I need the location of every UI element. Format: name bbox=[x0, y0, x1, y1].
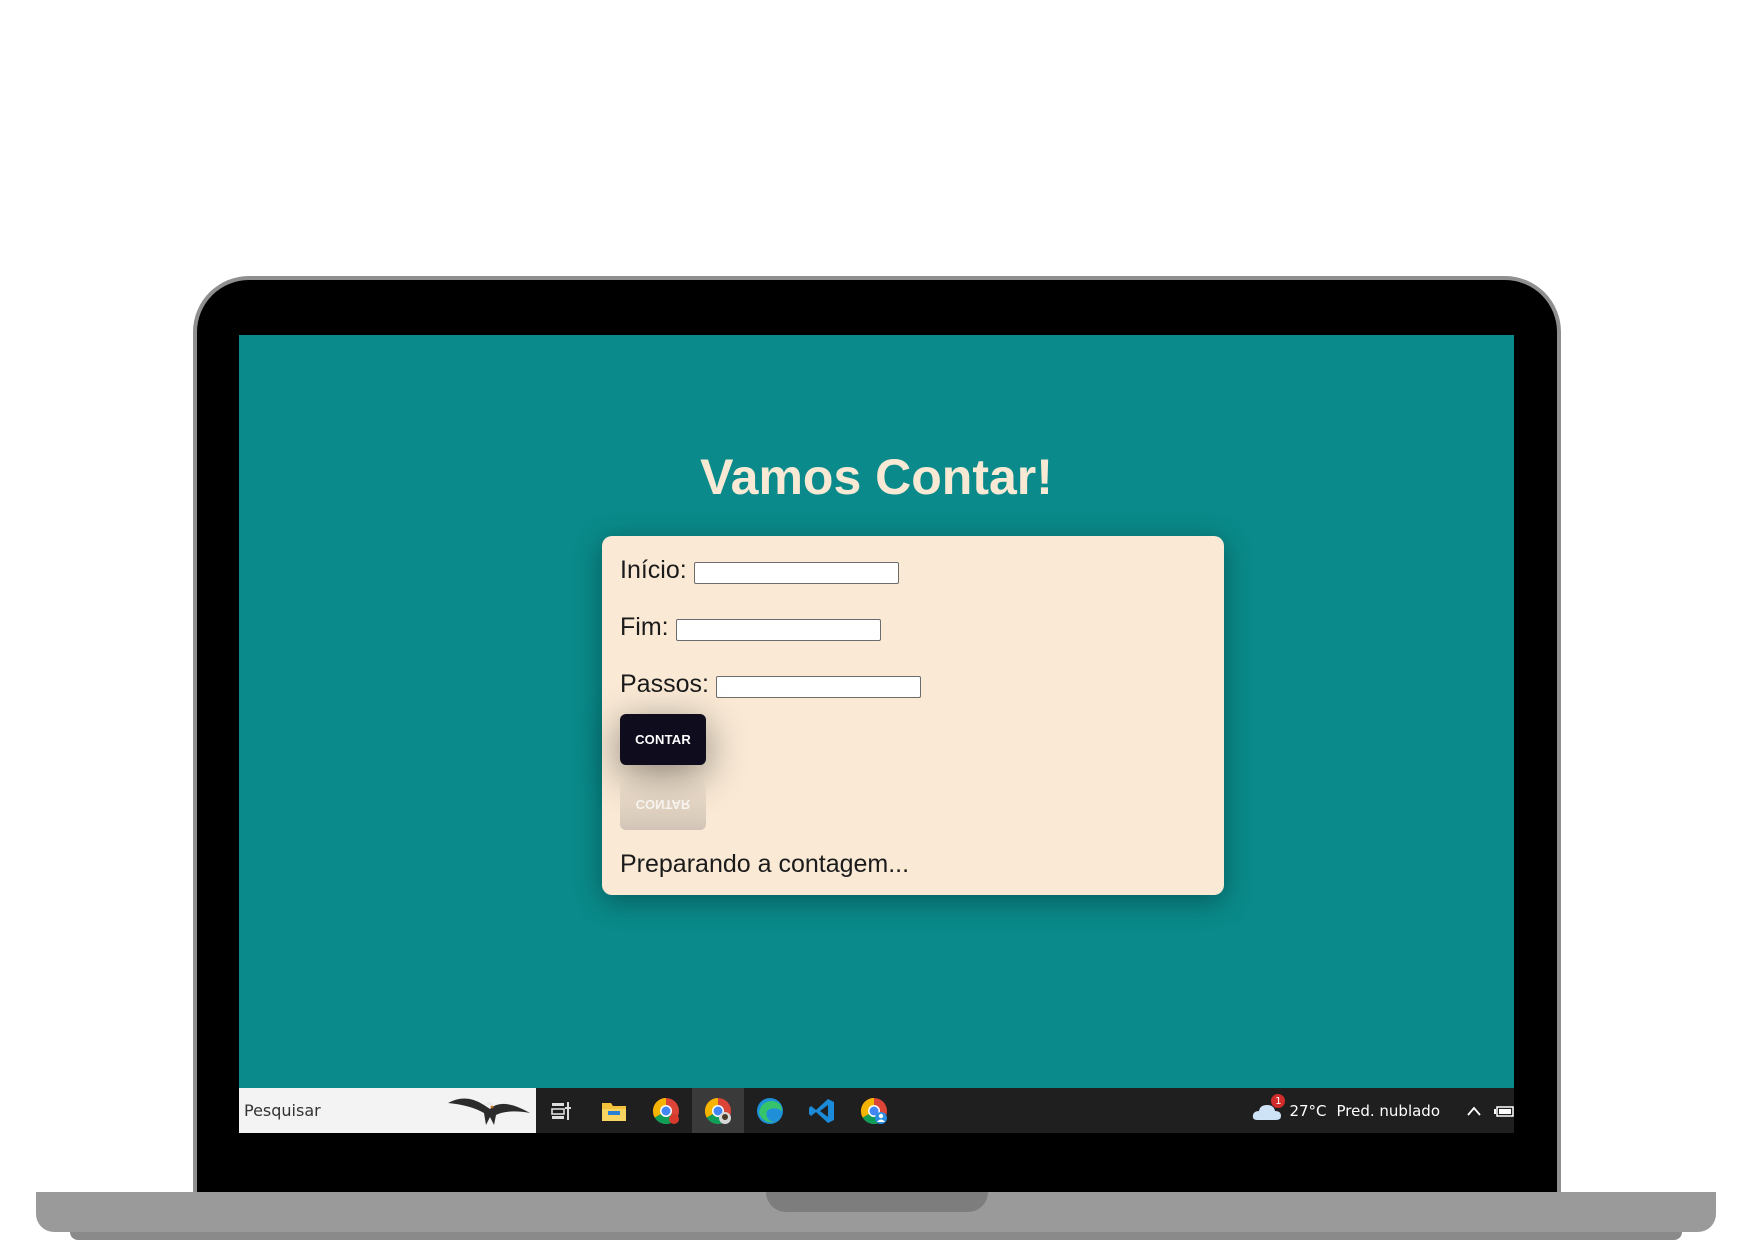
search-placeholder: Pesquisar bbox=[244, 1101, 321, 1120]
chevron-up-icon[interactable] bbox=[1466, 1105, 1482, 1117]
weather-text: Pred. nublado bbox=[1336, 1101, 1441, 1120]
start-label: Início: bbox=[620, 556, 687, 584]
taskbar: Pesquisar 1 27°C Pred. nublado bbox=[239, 1088, 1514, 1133]
task-view-icon[interactable] bbox=[536, 1088, 588, 1133]
count-button-reflection: CONTAR bbox=[620, 779, 706, 830]
temperature: 27°C bbox=[1289, 1101, 1327, 1120]
vscode-icon[interactable] bbox=[796, 1088, 848, 1133]
start-input[interactable] bbox=[693, 561, 899, 584]
step-field-row: Passos: bbox=[620, 670, 921, 699]
edge-icon[interactable] bbox=[744, 1088, 796, 1133]
taskbar-search[interactable]: Pesquisar bbox=[239, 1088, 536, 1133]
laptop-notch bbox=[766, 1192, 988, 1212]
chrome-icon[interactable] bbox=[640, 1088, 692, 1133]
end-label: Fim: bbox=[620, 613, 669, 641]
step-input[interactable] bbox=[715, 675, 921, 698]
status-text: Preparando a contagem... bbox=[620, 850, 910, 878]
laptop-base-edge bbox=[70, 1232, 1682, 1240]
screen: Vamos Contar! Início: Fim: Passos: CONTA… bbox=[239, 335, 1514, 1133]
start-field-row: Início: bbox=[620, 556, 899, 585]
battery-icon[interactable] bbox=[1494, 1104, 1514, 1118]
chrome-profile-2-icon[interactable] bbox=[848, 1088, 900, 1133]
end-input[interactable] bbox=[675, 618, 881, 641]
file-explorer-icon[interactable] bbox=[588, 1088, 640, 1133]
system-tray: 1 27°C Pred. nublado bbox=[1251, 1088, 1514, 1133]
end-field-row: Fim: bbox=[620, 613, 881, 642]
eagle-image-icon bbox=[448, 1098, 530, 1125]
chrome-profile-icon[interactable] bbox=[692, 1088, 744, 1133]
step-label: Passos: bbox=[620, 670, 709, 698]
count-form: Início: Fim: Passos: CONTAR CONTAR Prepa… bbox=[602, 536, 1224, 895]
page-title: Vamos Contar! bbox=[700, 449, 1053, 505]
count-button[interactable]: CONTAR bbox=[620, 714, 706, 765]
